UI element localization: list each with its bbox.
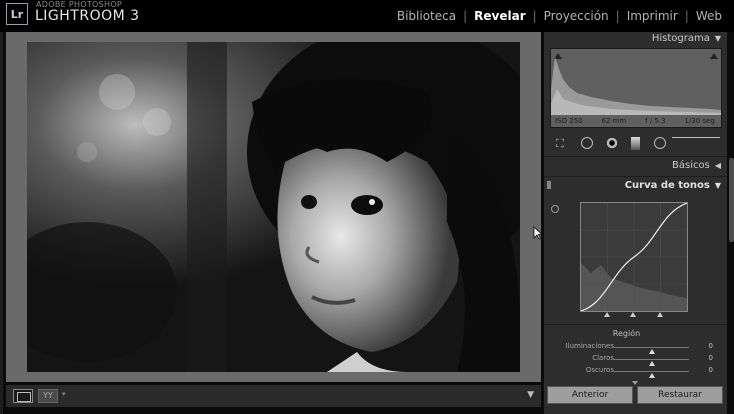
left-panel-edge[interactable] [0, 32, 3, 414]
split-shadows-handle[interactable] [604, 312, 610, 317]
filmstrip-toggle-icon[interactable] [632, 381, 638, 385]
highlights-value[interactable]: 0 [709, 342, 713, 350]
tone-curve-graph[interactable] [580, 202, 688, 312]
view-mode-menu-icon[interactable]: ▾ [62, 390, 66, 398]
module-picker: Biblioteca | Revelar | Proyección | Impr… [397, 9, 722, 23]
tone-curve-plot [581, 203, 687, 311]
spot-removal-icon[interactable] [581, 137, 593, 149]
histogram-graph [551, 57, 721, 115]
darks-value[interactable]: 0 [709, 366, 713, 374]
reset-button[interactable]: Restaurar [637, 386, 723, 404]
highlights-slider[interactable] [614, 347, 689, 354]
top-bar: Lr ADOBE PHOTOSHOP LIGHTROOM 3 Bibliotec… [0, 0, 734, 32]
module-separator: | [532, 9, 537, 23]
expand-icon: ▼ [714, 34, 721, 43]
tool-strip: ⛶ [550, 134, 722, 154]
module-print[interactable]: Imprimir [627, 9, 678, 23]
before-after-view-button[interactable]: YY [38, 389, 58, 403]
right-panel-scrollbar[interactable] [729, 158, 734, 242]
tool-slider[interactable] [672, 137, 720, 138]
adjustment-brush-icon[interactable] [654, 137, 666, 149]
module-separator: | [615, 9, 620, 23]
target-adjustment-icon[interactable] [551, 205, 559, 213]
aperture-value: f / 5.3 [645, 117, 666, 125]
region-label: Región [612, 329, 641, 338]
red-eye-icon[interactable] [606, 137, 618, 149]
tone-curve-title: Curva de tonos [624, 180, 710, 191]
tone-curve-header[interactable]: Curva de tonos ▼ [544, 179, 727, 193]
histogram-header[interactable]: Histograma ▼ [544, 32, 727, 46]
darks-slider[interactable] [614, 371, 689, 378]
shutter-speed-value: 1/30 seg. [684, 117, 717, 125]
iso-value: ISO 250 [555, 117, 583, 125]
module-separator: | [684, 9, 689, 23]
graduated-filter-icon[interactable] [631, 137, 640, 150]
basic-panel-header[interactable]: Básicos ◀ [544, 159, 727, 173]
right-panel: Histograma ▼ ISO 250 62 mm f / 5.3 1/30 s… [544, 32, 727, 414]
module-separator: | [463, 9, 468, 23]
lights-slider[interactable] [614, 359, 689, 366]
lights-label: Claros [592, 354, 614, 362]
previous-button[interactable]: Anterior [547, 386, 633, 404]
darks-label: Oscuros [585, 366, 614, 374]
panel-buttons: Anterior Restaurar [544, 386, 727, 406]
histogram[interactable]: ISO 250 62 mm f / 5.3 1/30 seg. [550, 48, 722, 128]
mouse-pointer-icon [533, 226, 543, 240]
highlights-label: Iluminaciones [565, 342, 614, 350]
split-midtones-handle[interactable] [630, 312, 636, 317]
lightroom-logo-icon: Lr [6, 3, 28, 25]
module-library[interactable]: Biblioteca [397, 9, 456, 23]
exif-info: ISO 250 62 mm f / 5.3 1/30 seg. [555, 117, 717, 125]
photo-preview[interactable] [27, 42, 520, 372]
lights-slider-row: Claros 0 [544, 354, 727, 366]
panel-divider [544, 324, 727, 325]
darks-slider-thumb[interactable] [649, 373, 655, 378]
photo-image [27, 42, 520, 372]
region-split-controls [580, 312, 688, 320]
histogram-title: Histograma [651, 33, 710, 44]
basic-panel-title: Básicos [672, 160, 710, 171]
image-canvas[interactable] [6, 32, 541, 382]
bottom-toolbar: YY ▾ ▼ [6, 385, 541, 407]
module-web[interactable]: Web [696, 9, 722, 23]
module-develop[interactable]: Revelar [474, 9, 525, 23]
loupe-view-button[interactable] [13, 389, 33, 403]
split-highlights-handle[interactable] [657, 312, 663, 317]
expand-icon: ▼ [714, 181, 721, 190]
panel-divider [544, 176, 727, 177]
darks-slider-row: Oscuros 0 [544, 366, 727, 378]
brand-title: LIGHTROOM 3 [35, 8, 140, 24]
panel-divider [544, 156, 727, 157]
toolbar-options-icon[interactable]: ▼ [527, 390, 534, 400]
focal-length-value: 62 mm [601, 117, 627, 125]
crop-overlay-icon[interactable]: ⛶ [556, 137, 564, 151]
module-slideshow[interactable]: Proyección [544, 9, 609, 23]
highlights-slider-row: Iluminaciones 0 [544, 342, 727, 354]
lights-value[interactable]: 0 [709, 354, 713, 362]
collapse-icon: ◀ [714, 161, 721, 170]
